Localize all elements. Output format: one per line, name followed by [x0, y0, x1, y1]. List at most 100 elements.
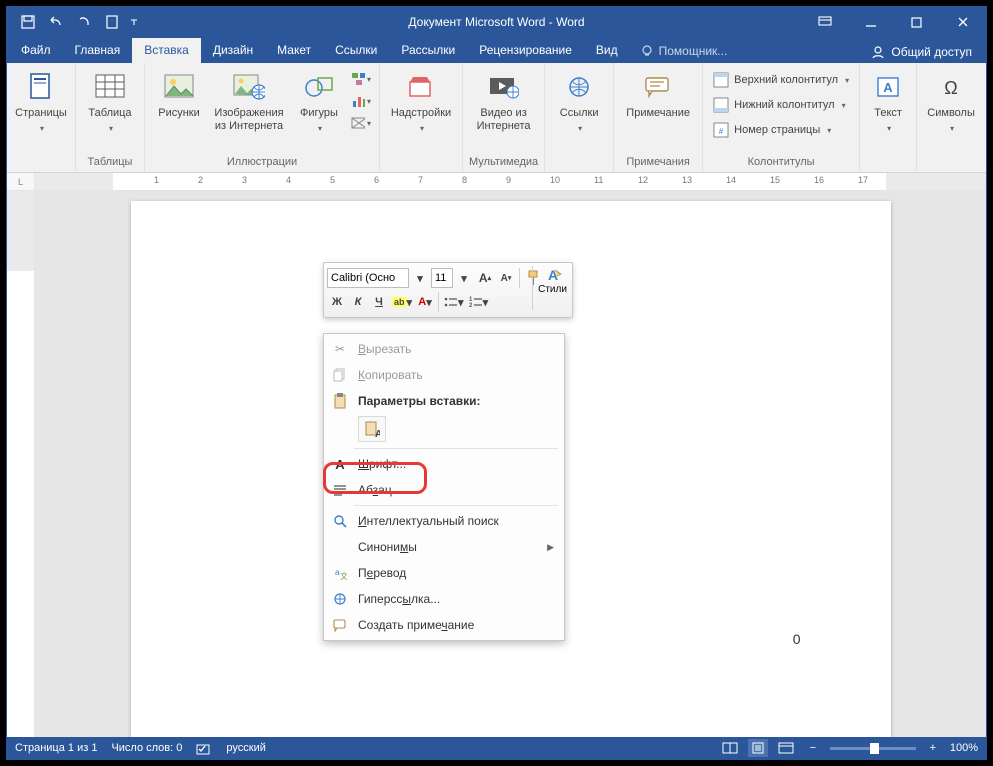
paste-keep-text-button[interactable]: A	[358, 416, 386, 442]
zoom-in-button[interactable]: +	[924, 739, 942, 757]
status-spellcheck-icon[interactable]	[196, 741, 212, 755]
shapes-button[interactable]: Фигуры	[291, 67, 347, 137]
tab-home[interactable]: Главная	[63, 38, 133, 63]
illustrations-caption: Иллюстрации	[227, 154, 297, 170]
status-language[interactable]: русский	[226, 742, 265, 754]
comment-label: Примечание	[626, 107, 690, 120]
zoom-slider[interactable]	[830, 747, 916, 750]
tab-layout[interactable]: Макет	[265, 38, 323, 63]
tab-file[interactable]: Файл	[9, 38, 63, 63]
tab-view[interactable]: Вид	[584, 38, 630, 63]
zoom-value[interactable]: 100%	[950, 742, 978, 754]
ctx-copy-label: Копировать	[358, 368, 423, 382]
highlight-button[interactable]: ab▾	[390, 292, 414, 312]
svg-text:Ω: Ω	[944, 78, 957, 98]
redo-button[interactable]	[71, 9, 97, 35]
new-doc-button[interactable]	[99, 9, 125, 35]
view-print-button[interactable]	[748, 739, 768, 757]
ctx-translate-label: Перевод	[358, 566, 406, 580]
qat-customize[interactable]	[127, 9, 141, 35]
pictures-button[interactable]: Рисунки	[151, 67, 207, 124]
undo-button[interactable]	[43, 9, 69, 35]
svg-text:A: A	[548, 267, 558, 283]
font-color-button[interactable]: A▾	[415, 292, 435, 312]
bold-button[interactable]: Ж	[327, 292, 347, 312]
styles-icon: A	[543, 266, 563, 284]
group-headerfooter: Верхний колонтитул▾ Нижний колонтитул▾ #…	[703, 63, 860, 172]
minimize-button[interactable]	[848, 7, 894, 37]
addins-button[interactable]: Надстройки	[386, 67, 456, 137]
close-button[interactable]	[940, 7, 986, 37]
online-pictures-button[interactable]: Изображения из Интернета	[209, 67, 289, 136]
shrink-font-button[interactable]: A▾	[496, 268, 516, 288]
ruler-h-track[interactable]: /*generated nums below*/ 123456789101112…	[35, 173, 986, 190]
grow-font-button[interactable]: A▴	[475, 268, 495, 288]
maximize-button[interactable]	[894, 7, 940, 37]
illustrations-small	[349, 67, 373, 135]
status-page[interactable]: Страница 1 из 1	[15, 742, 97, 754]
tab-review[interactable]: Рецензирование	[467, 38, 584, 63]
ctx-smart-lookup[interactable]: Интеллектуальный поиск	[324, 508, 564, 534]
tell-me-label: Помощник...	[659, 44, 728, 58]
numbering-button[interactable]: 12▾	[467, 292, 491, 312]
ruler-vertical[interactable]	[7, 191, 35, 737]
tab-mailings[interactable]: Рассылки	[389, 38, 467, 63]
ctx-translate[interactable]: a文 Перевод	[324, 560, 564, 586]
title-bar: Документ Microsoft Word - Word	[7, 7, 986, 37]
font-family-field[interactable]: Calibri (Осно	[327, 268, 409, 288]
font-size-field[interactable]: 11	[431, 268, 453, 288]
ctx-font[interactable]: A Шрифт...	[324, 451, 564, 477]
view-web-button[interactable]	[776, 739, 796, 757]
page-content-zero: 0	[793, 631, 801, 647]
pagenum-label: Номер страницы	[734, 124, 820, 136]
svg-text:A: A	[883, 80, 893, 95]
font-family-value: Calibri (Осно	[331, 272, 395, 284]
ctx-new-comment[interactable]: Создать примечание	[324, 612, 564, 638]
save-button[interactable]	[15, 9, 41, 35]
tab-insert[interactable]: Вставка	[132, 38, 201, 63]
pages-button[interactable]: Страницы	[13, 67, 69, 137]
textbox-button[interactable]: A Текст	[866, 67, 910, 137]
chart-button[interactable]	[351, 91, 371, 111]
screenshot-button[interactable]	[351, 113, 371, 133]
ctx-paragraph[interactable]: Абзац...	[324, 477, 564, 503]
shapes-label: Фигуры	[300, 107, 338, 120]
styles-button[interactable]: A Стили	[532, 266, 568, 310]
group-tables: Таблица Таблицы	[76, 63, 145, 172]
ctx-synonyms-label: Синонимы	[358, 540, 417, 554]
comment-icon	[642, 71, 674, 103]
pagenum-icon: #	[713, 122, 729, 138]
font-family-dd[interactable]: ▾	[410, 268, 430, 288]
comment-button[interactable]: Примечание	[620, 67, 696, 124]
footer-button[interactable]: Нижний колонтитул▾	[713, 94, 849, 116]
font-size-dd[interactable]: ▾	[454, 268, 474, 288]
ctx-paragraph-label: Абзац...	[358, 483, 402, 497]
ribbon-options-button[interactable]	[802, 7, 848, 37]
online-video-label: Видео из Интернета	[473, 107, 535, 132]
bullets-button[interactable]: ▾	[442, 292, 466, 312]
table-button[interactable]: Таблица	[82, 67, 138, 137]
ctx-hyperlink[interactable]: Гиперссылка...	[324, 586, 564, 612]
view-read-button[interactable]	[720, 739, 740, 757]
smartart-button[interactable]	[351, 69, 371, 89]
ruler-horizontal[interactable]: L /*generated nums below*/ 1234567891011…	[7, 173, 986, 191]
tab-references[interactable]: Ссылки	[323, 38, 389, 63]
underline-button[interactable]: Ч	[369, 292, 389, 312]
share-label: Общий доступ	[891, 45, 972, 59]
ruler-corner: L	[7, 173, 35, 190]
italic-button[interactable]: К	[348, 292, 368, 312]
share-button[interactable]: Общий доступ	[857, 41, 986, 63]
tab-design[interactable]: Дизайн	[201, 38, 265, 63]
zoom-out-button[interactable]: −	[804, 739, 822, 757]
pagenum-button[interactable]: # Номер страницы▾	[713, 119, 849, 141]
links-button[interactable]: Ссылки	[551, 67, 607, 137]
ctx-synonyms[interactable]: Синонимы ▶	[324, 534, 564, 560]
online-video-button[interactable]: Видео из Интернета	[471, 67, 537, 136]
tell-me[interactable]: Помощник...	[630, 39, 738, 63]
svg-text:文: 文	[340, 571, 347, 580]
header-button[interactable]: Верхний колонтитул▾	[713, 69, 849, 91]
symbols-button[interactable]: Ω Символы	[923, 67, 979, 137]
group-text: A Текст .	[860, 63, 917, 172]
status-words[interactable]: Число слов: 0	[111, 742, 182, 754]
ribbon-tabs: Файл Главная Вставка Дизайн Макет Ссылки…	[7, 37, 986, 63]
